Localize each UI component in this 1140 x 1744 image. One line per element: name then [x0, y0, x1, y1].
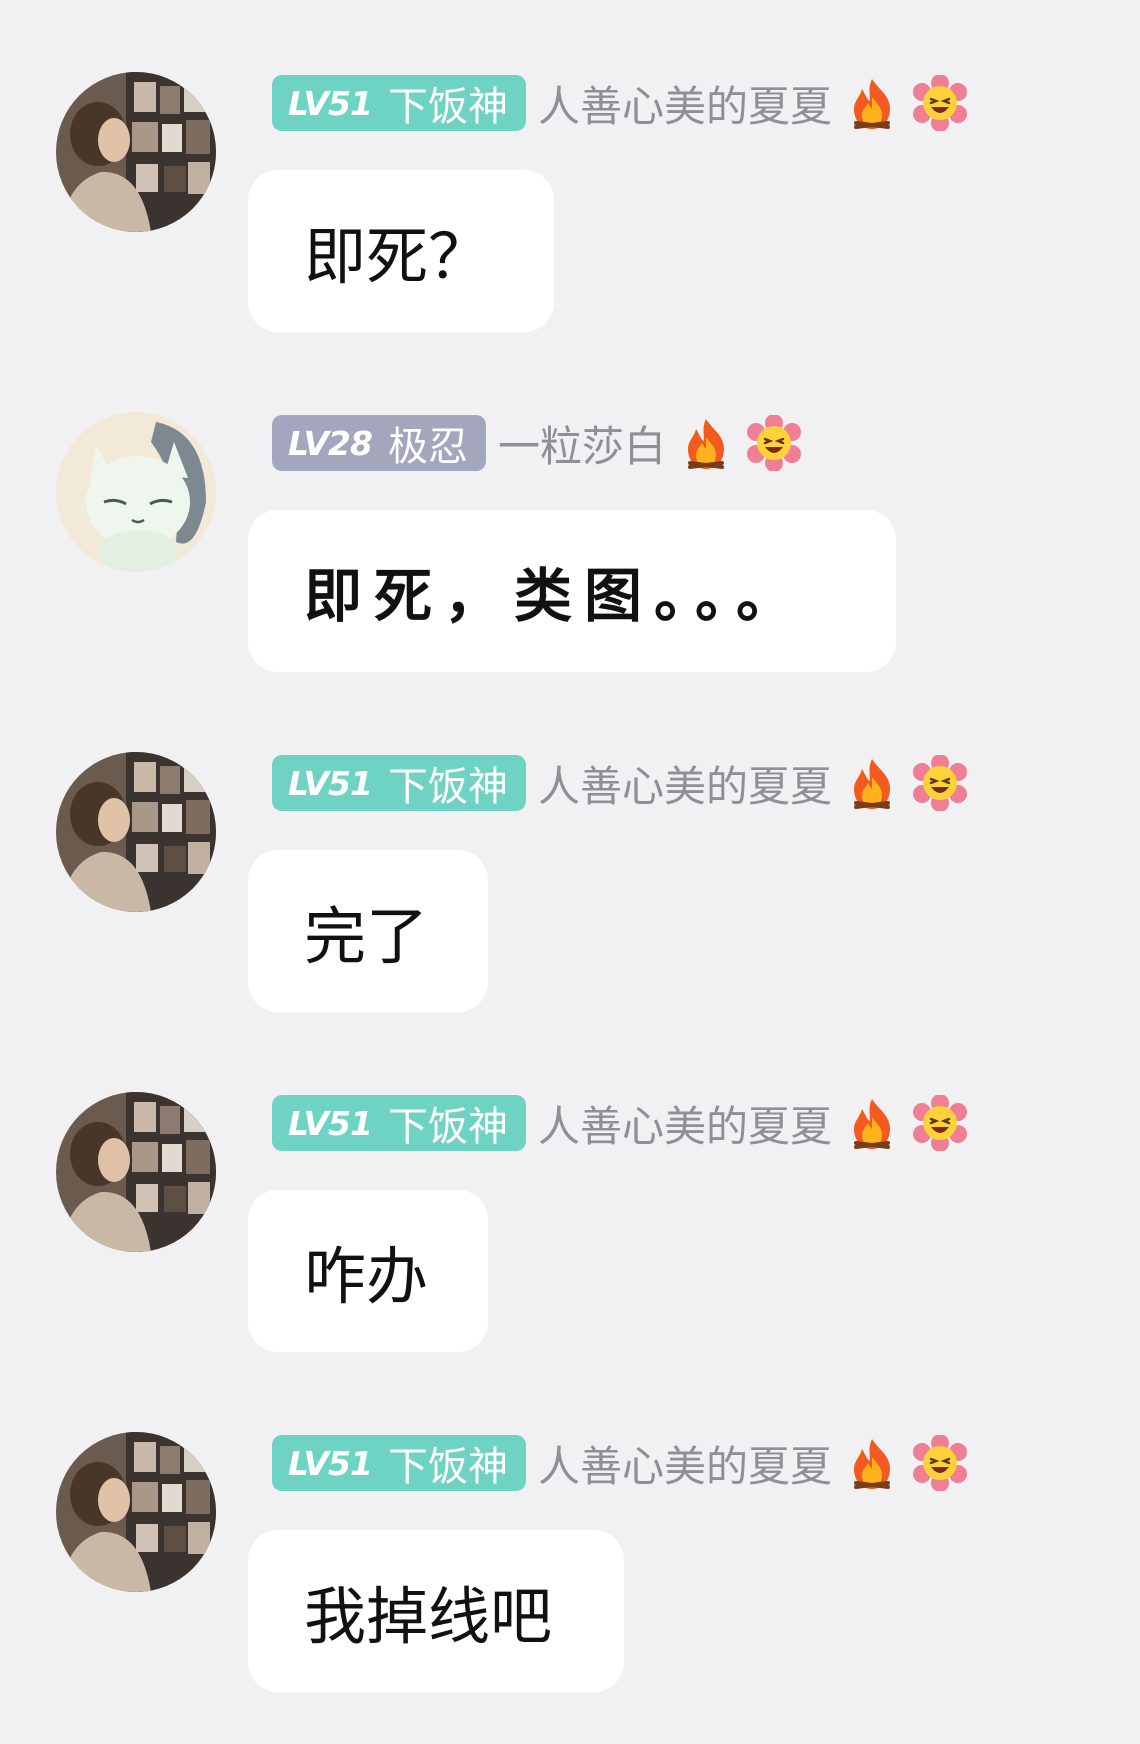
message-text: 咋办 — [304, 1240, 429, 1313]
avatar[interactable] — [56, 752, 216, 912]
laughing-flower-icon — [746, 415, 801, 471]
chat-message: LV51 下饭神 人善心美的夏夏 完了 — [0, 752, 1140, 1022]
fire-icon — [853, 759, 890, 809]
level-text: LV51 — [288, 763, 373, 803]
white-cat-avatar-image — [56, 412, 216, 572]
level-text: LV51 — [288, 1103, 373, 1143]
level-title: 下饭神 — [387, 84, 508, 130]
girl-bookshelf-avatar-image — [56, 72, 216, 232]
message-text: 即死？ — [304, 220, 491, 293]
nickname[interactable]: 一粒莎白 — [498, 413, 666, 474]
chat-message: LV28 极忍 一粒莎白 即死，类图。。。 — [0, 412, 1140, 682]
message-bubble[interactable]: 完了 — [248, 850, 488, 1012]
message-text: 完了 — [304, 900, 429, 973]
laughing-flower-icon — [912, 75, 967, 131]
nickname[interactable]: 人善心美的夏夏 — [538, 73, 832, 134]
avatar[interactable] — [56, 72, 216, 232]
chat-message: LV51 下饭神 人善心美的夏夏 即死？ — [0, 72, 1140, 342]
level-title: 下饭神 — [387, 1104, 508, 1150]
level-title: 极忍 — [387, 424, 468, 470]
message-header: LV51 下饭神 人善心美的夏夏 — [272, 755, 968, 811]
message-bubble[interactable]: 我掉线吧 — [248, 1530, 624, 1692]
level-badge: LV51 下饭神 — [272, 1435, 526, 1491]
fire-icon — [687, 419, 724, 469]
level-text: LV51 — [288, 83, 373, 123]
level-badge: LV51 下饭神 — [272, 755, 526, 811]
chat-message: LV51 下饭神 人善心美的夏夏 咋办 — [0, 1092, 1140, 1362]
avatar[interactable] — [56, 1432, 216, 1592]
level-badge: LV51 下饭神 — [272, 1095, 526, 1151]
level-title: 下饭神 — [387, 1444, 508, 1490]
message-text: 即死，类图。。。 — [304, 562, 807, 630]
level-title: 下饭神 — [387, 764, 508, 810]
fire-icon — [853, 1439, 890, 1489]
nickname[interactable]: 人善心美的夏夏 — [538, 1433, 832, 1494]
fire-icon — [853, 79, 890, 129]
laughing-flower-icon — [912, 1095, 967, 1151]
fire-icon — [853, 1099, 890, 1149]
avatar[interactable] — [56, 1092, 216, 1252]
nickname[interactable]: 人善心美的夏夏 — [538, 753, 832, 814]
message-header: LV51 下饭神 人善心美的夏夏 — [272, 1435, 968, 1491]
nickname[interactable]: 人善心美的夏夏 — [538, 1093, 832, 1154]
message-header: LV28 极忍 一粒莎白 — [272, 415, 802, 471]
girl-bookshelf-avatar-image — [56, 752, 216, 912]
girl-bookshelf-avatar-image — [56, 1092, 216, 1252]
message-header: LV51 下饭神 人善心美的夏夏 — [272, 75, 968, 131]
level-text: LV51 — [288, 1443, 373, 1483]
level-text: LV28 — [288, 423, 373, 463]
avatar[interactable] — [56, 412, 216, 572]
level-badge: LV51 下饭神 — [272, 75, 526, 131]
level-badge: LV28 极忍 — [272, 415, 486, 471]
message-bubble[interactable]: 即死？ — [248, 170, 554, 332]
message-text: 我掉线吧 — [304, 1580, 553, 1653]
girl-bookshelf-avatar-image — [56, 1432, 216, 1592]
laughing-flower-icon — [912, 1435, 967, 1491]
message-bubble[interactable]: 咋办 — [248, 1190, 488, 1352]
message-header: LV51 下饭神 人善心美的夏夏 — [272, 1095, 968, 1151]
laughing-flower-icon — [912, 755, 967, 811]
chat-message: LV51 下饭神 人善心美的夏夏 我掉线吧 — [0, 1432, 1140, 1702]
message-bubble[interactable]: 即死，类图。。。 — [248, 510, 896, 672]
